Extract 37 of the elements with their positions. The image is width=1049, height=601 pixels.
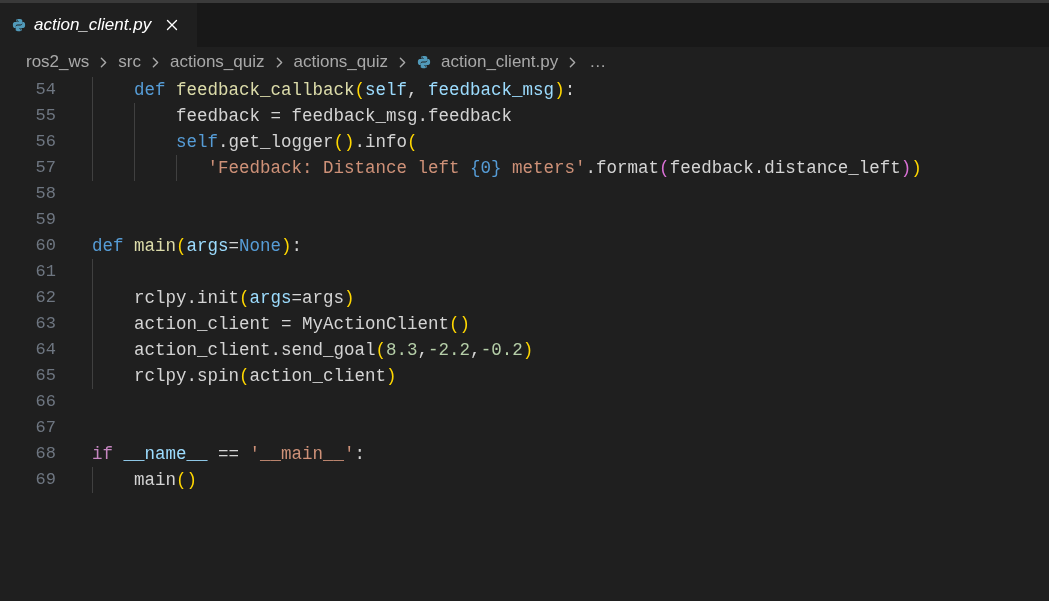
code-line: def main(args=None): [92,234,303,258]
breadcrumb-item[interactable]: action_client.py [441,49,559,75]
code-line: action_client.send_goal(8.3,-2.2,-0.2) [133,338,534,362]
code-line: 'Feedback: Distance left {0} meters'.format(feedback.distance_left)) [206,156,922,180]
code-line: main() [133,468,198,492]
line-number: 63 [34,313,56,336]
editor-tab[interactable]: action_client.py [0,3,197,47]
line-number: 57 [34,157,56,180]
code-line: rclpy.init(args=args) [133,286,355,310]
line-number: 68 [34,443,56,466]
breadcrumb-item[interactable]: actions_quiz [293,49,388,75]
line-number: 59 [34,209,56,232]
line-number: 67 [34,417,56,440]
tab-title: action_client.py [34,14,152,37]
code-line: feedback = feedback_msg.feedback [175,104,513,128]
python-file-icon [12,18,26,32]
line-number: 61 [34,261,56,284]
breadcrumb-more[interactable]: … [589,49,607,75]
code-line: self.get_logger().info( [175,130,418,154]
code-line: rclpy.spin(action_client) [133,364,397,388]
line-number: 60 [34,235,56,258]
code-line: if __name__ == '__main__': [92,442,366,466]
line-number: 69 [34,469,56,492]
line-number: 54 [34,79,56,102]
line-number: 65 [34,365,56,388]
code-line: action_client = MyActionClient() [133,312,471,336]
breadcrumb-item[interactable]: src [118,49,141,75]
line-number: 56 [34,131,56,154]
line-number: 62 [34,287,56,310]
breadcrumb-item[interactable]: ros2_ws [26,49,90,75]
line-number: 64 [34,339,56,362]
python-file-icon [417,55,431,69]
line-number: 58 [34,183,56,206]
line-number: 66 [34,391,56,414]
breadcrumb-item[interactable]: actions_quiz [170,49,265,75]
code-line: def feedback_callback(self, feedback_msg): [133,78,576,102]
line-number: 55 [34,105,56,128]
